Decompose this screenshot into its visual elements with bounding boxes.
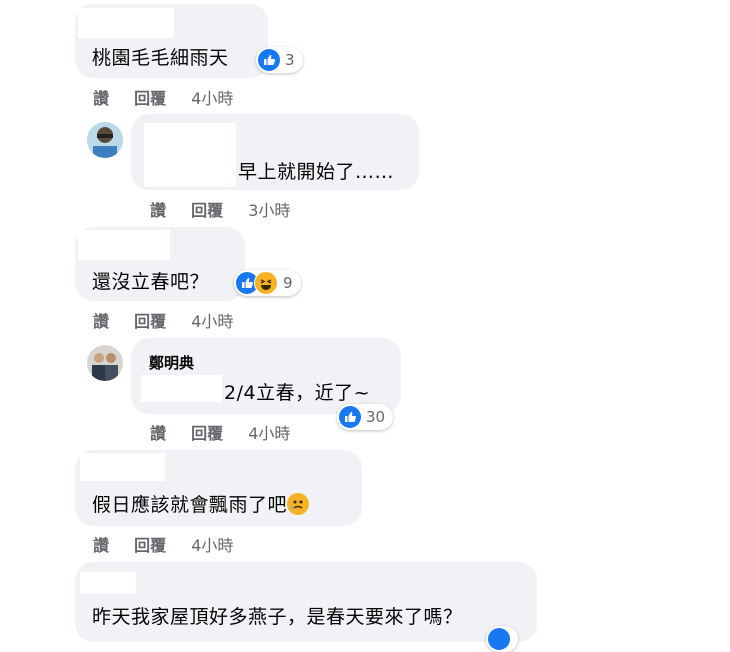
like-link[interactable]: 讚 bbox=[150, 420, 166, 444]
comment-text: 昨天我家屋頂好多燕子，是春天要來了嗎？ bbox=[92, 606, 463, 628]
reply-link[interactable]: 回覆 bbox=[191, 197, 223, 221]
timestamp[interactable]: 4小時 bbox=[191, 308, 233, 332]
comment-author[interactable]: 鄭明典 bbox=[149, 352, 194, 373]
reply-link[interactable]: 回覆 bbox=[134, 308, 166, 332]
comment-text: 還沒立春吧？ bbox=[92, 271, 210, 293]
timestamp[interactable]: 4小時 bbox=[191, 85, 233, 109]
avatar[interactable] bbox=[87, 345, 123, 381]
reaction-count: 30 bbox=[366, 408, 386, 426]
like-reaction-icon bbox=[258, 49, 280, 71]
comment-actions: 讚 回覆 4小時 bbox=[150, 420, 290, 444]
comment-text: 假日應該就會飄雨了吧 bbox=[92, 490, 310, 517]
reaction-summary[interactable] bbox=[486, 626, 518, 652]
redacted-author bbox=[80, 453, 165, 481]
reaction-summary[interactable]: 30 bbox=[337, 404, 394, 430]
redacted-author bbox=[144, 123, 236, 187]
like-reaction-icon bbox=[488, 628, 510, 650]
avatar[interactable] bbox=[87, 122, 123, 158]
like-link[interactable]: 讚 bbox=[93, 532, 109, 556]
like-link[interactable]: 讚 bbox=[93, 308, 109, 332]
comment-text: 桃園毛毛細雨天 bbox=[92, 47, 229, 69]
reaction-count: 3 bbox=[285, 51, 295, 69]
like-link[interactable]: 讚 bbox=[150, 197, 166, 221]
redacted-author bbox=[78, 230, 170, 260]
comment-actions: 讚 回覆 4小時 bbox=[93, 308, 233, 332]
reply-link[interactable]: 回覆 bbox=[134, 85, 166, 109]
timestamp[interactable]: 3小時 bbox=[248, 197, 290, 221]
reaction-count: 9 bbox=[283, 274, 293, 292]
haha-reaction-icon bbox=[254, 271, 278, 295]
comment-actions: 讚 回覆 4小時 bbox=[93, 532, 233, 556]
comment-text-content: 假日應該就會飄雨了吧 bbox=[92, 494, 288, 516]
timestamp[interactable]: 4小時 bbox=[191, 532, 233, 556]
comment-actions: 讚 回覆 4小時 bbox=[93, 85, 233, 109]
comment-actions: 讚 回覆 3小時 bbox=[150, 197, 290, 221]
reaction-summary[interactable]: 3 bbox=[256, 47, 303, 73]
crying-face-icon bbox=[287, 493, 310, 515]
redacted-text bbox=[141, 375, 222, 402]
reply-link[interactable]: 回覆 bbox=[191, 420, 223, 444]
reply-link[interactable]: 回覆 bbox=[134, 532, 166, 556]
redacted-author bbox=[80, 572, 136, 594]
timestamp[interactable]: 4小時 bbox=[248, 420, 290, 444]
reaction-summary[interactable]: 9 bbox=[234, 270, 301, 296]
like-reaction-icon bbox=[339, 406, 361, 428]
like-link[interactable]: 讚 bbox=[93, 85, 109, 109]
comment-text: 早上就開始了…… bbox=[238, 161, 395, 183]
comment-text: 2/4立春，近了~ bbox=[224, 382, 370, 404]
redacted-author bbox=[78, 8, 174, 38]
